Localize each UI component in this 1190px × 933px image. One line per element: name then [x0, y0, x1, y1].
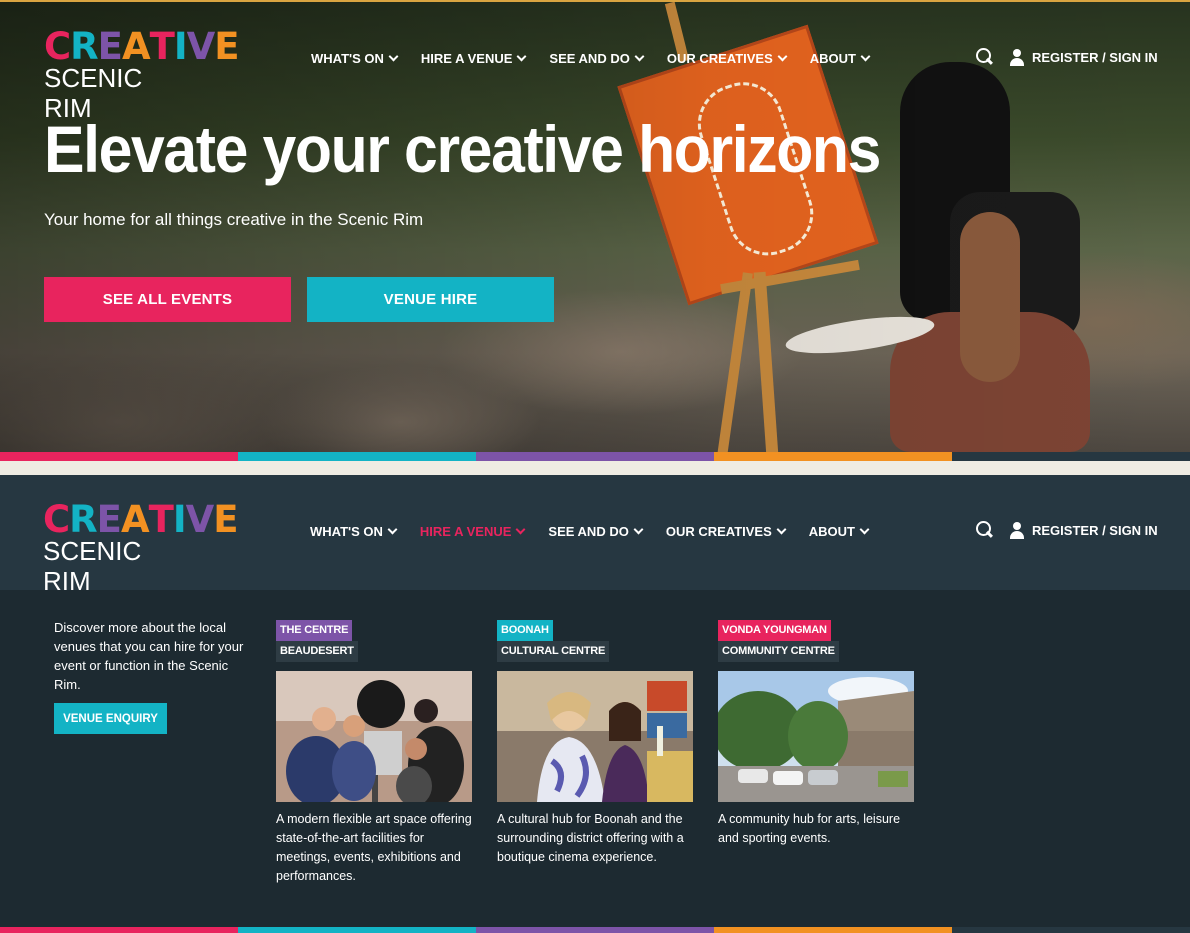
logo-letter: V	[186, 25, 216, 68]
logo-letter: E	[96, 498, 122, 541]
nav-about[interactable]: ABOUT	[810, 51, 871, 66]
user-icon[interactable]	[1010, 48, 1024, 66]
nav-hire-a-venue[interactable]: HIRE A VENUE	[421, 51, 527, 66]
stripe-segment	[0, 927, 238, 933]
venue-photo[interactable]	[497, 671, 693, 802]
venue-tag-location: CULTURAL CENTRE	[497, 641, 610, 662]
logo-letter: A	[121, 25, 151, 68]
stripe-segment	[238, 927, 476, 933]
chevron-down-icon	[776, 524, 787, 535]
nav-our-creatives[interactable]: OUR CREATIVES	[667, 51, 788, 66]
logo-letter: V	[185, 498, 215, 541]
register-sign-in-link[interactable]: REGISTER / SIGN IN	[1032, 50, 1158, 65]
chevron-down-icon	[777, 51, 788, 62]
venue-photo[interactable]	[276, 671, 472, 802]
logo-letter: T	[148, 498, 174, 541]
stripe-segment	[714, 927, 952, 933]
chevron-down-icon	[516, 51, 527, 62]
venue-tag-name: THE CENTRE	[276, 620, 353, 641]
logo-wordmark: CREATIVE	[43, 498, 239, 541]
venue-card-the-centre[interactable]: THE CENTRE BEAUDESERT A modern flexible …	[276, 620, 472, 883]
logo-letter: I	[173, 25, 188, 68]
stripe-segment	[476, 452, 714, 461]
main-nav: WHAT'S ON HIRE A VENUE SEE AND DO OUR CR…	[310, 524, 892, 539]
stripe-segment	[0, 452, 238, 461]
venue-hire-button[interactable]: VENUE HIRE	[307, 277, 554, 322]
chevron-down-icon	[634, 51, 645, 62]
logo-letter: A	[120, 498, 150, 541]
hero-subtitle: Your home for all things creative in the…	[44, 210, 424, 229]
nav-whats-on[interactable]: WHAT'S ON	[311, 51, 399, 66]
logo-letter: I	[172, 498, 187, 541]
register-sign-in-link[interactable]: REGISTER / SIGN IN	[1032, 523, 1158, 538]
venue-enquiry-button[interactable]: VENUE ENQUIRY	[54, 703, 167, 734]
venue-tag-name: VONDA YOUNGMAN	[718, 620, 831, 641]
divider	[0, 461, 1190, 475]
search-icon[interactable]	[976, 48, 994, 66]
logo-wordmark: CREATIVE	[44, 25, 240, 68]
venue-photo[interactable]	[718, 671, 914, 802]
logo-letter: R	[70, 25, 98, 68]
venue-description: A cultural hub for Boonah and the surrou…	[497, 812, 684, 864]
user-icon[interactable]	[1010, 521, 1024, 539]
color-stripe	[0, 927, 1190, 933]
venue-tag-name: BOONAH	[497, 620, 553, 641]
mega-menu-intro: Discover more about the local venues tha…	[54, 620, 244, 692]
venue-description: A modern flexible art space offering sta…	[276, 812, 472, 883]
stripe-segment	[952, 452, 1190, 461]
logo-subtitle: SCENIC RIM	[43, 536, 142, 596]
header-utilities: REGISTER / SIGN IN	[976, 48, 1158, 66]
nav-see-and-do[interactable]: SEE AND DO	[549, 51, 645, 66]
chevron-down-icon	[633, 524, 644, 535]
stripe-segment	[238, 452, 476, 461]
stripe-segment	[714, 452, 952, 461]
logo-letter: E	[214, 25, 239, 68]
venue-tag-location: COMMUNITY CENTRE	[718, 641, 839, 662]
logo-letter: E	[213, 498, 238, 541]
nav-hire-a-venue[interactable]: HIRE A VENUE	[420, 524, 526, 539]
venue-description: A community hub for arts, leisure and sp…	[718, 812, 901, 845]
header-utilities: REGISTER / SIGN IN	[976, 521, 1158, 539]
site-logo[interactable]: CREATIVE SCENIC RIM	[43, 498, 239, 596]
venue-tag-location: BEAUDESERT	[276, 641, 358, 662]
search-icon[interactable]	[976, 521, 994, 539]
nav-see-and-do[interactable]: SEE AND DO	[548, 524, 644, 539]
color-stripe	[0, 452, 1190, 461]
nav-whats-on[interactable]: WHAT'S ON	[310, 524, 398, 539]
logo-letter: C	[43, 498, 70, 541]
hero-title: Elevate your creative horizons	[44, 112, 881, 186]
chevron-down-icon	[515, 524, 526, 535]
nav-our-creatives[interactable]: OUR CREATIVES	[666, 524, 787, 539]
stripe-segment	[952, 927, 1190, 933]
venue-card-vonda-youngman[interactable]: VONDA YOUNGMAN COMMUNITY CENTRE A commun…	[718, 620, 914, 845]
logo-letter: R	[69, 498, 97, 541]
chevron-down-icon	[387, 524, 398, 535]
main-nav: WHAT'S ON HIRE A VENUE SEE AND DO OUR CR…	[311, 51, 893, 66]
nav-about[interactable]: ABOUT	[809, 524, 870, 539]
logo-letter: C	[44, 25, 71, 68]
venue-card-boonah[interactable]: BOONAH CULTURAL CENTRE A cultural hub fo…	[497, 620, 693, 864]
stripe-segment	[476, 927, 714, 933]
chevron-down-icon	[860, 51, 871, 62]
see-all-events-button[interactable]: SEE ALL EVENTS	[44, 277, 291, 322]
logo-letter: T	[149, 25, 175, 68]
chevron-down-icon	[388, 51, 399, 62]
logo-letter: E	[97, 25, 123, 68]
chevron-down-icon	[859, 524, 870, 535]
